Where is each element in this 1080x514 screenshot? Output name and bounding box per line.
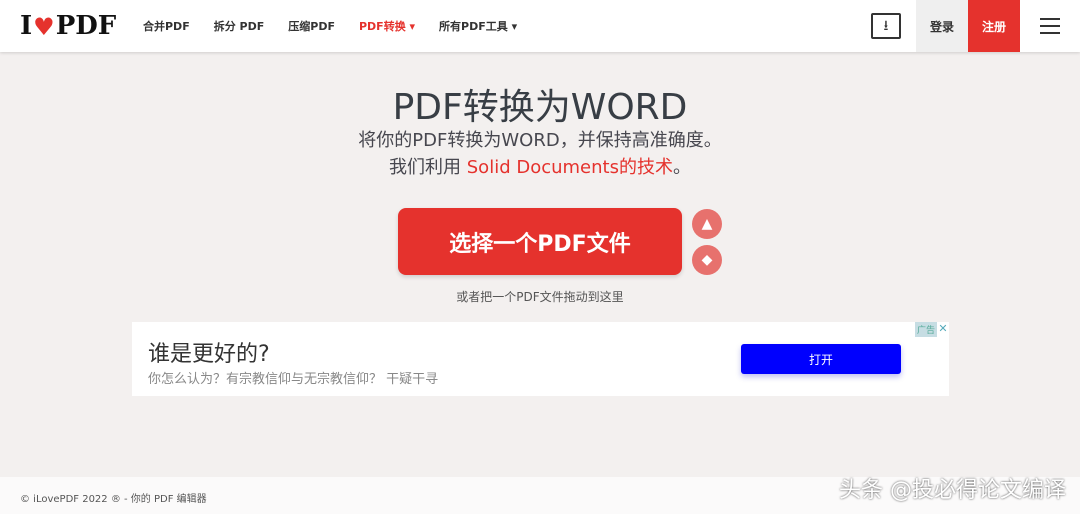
ad-banner[interactable]: 谁是更好的? 你怎么认为？有宗教信仰与无宗教信仰？ 干疑干寻 打开 广告 ✕ (132, 322, 949, 396)
nav-merge[interactable]: 合并PDF (143, 18, 190, 34)
top-navbar: I ♥ PDF 合并PDF 拆分 PDF 压缩PDF PDF转换 ▾ 所有PDF工具… (0, 0, 1080, 52)
desktop-download-icon[interactable]: ⭳ (871, 13, 901, 39)
watermark: 头条 @投必得论文编译 (839, 478, 1066, 503)
drop-hint: 或者把一个PDF文件拖动到这里 (456, 290, 624, 304)
dropbox-icon[interactable]: ◆ (692, 245, 722, 275)
ad-close-icon[interactable]: ✕ (937, 322, 949, 335)
ad-open-button[interactable]: 打开 (741, 344, 901, 374)
page-title: PDF转换为WORD (392, 87, 688, 128)
tech-credit: 我们利用 Solid Documents的技术。 (0, 153, 1080, 179)
logo[interactable]: I ♥ PDF (20, 11, 125, 41)
subtitle: 将你的PDF转换为WORD，并保持高准确度。 (358, 130, 722, 151)
main-nav: 合并PDF 拆分 PDF 压缩PDF PDF转换 ▾ 所有PDF工具 ▾ (143, 18, 541, 34)
credit-prefix: 我们利用 (389, 157, 467, 178)
login-button[interactable]: 登录 (916, 0, 968, 52)
nav-convert[interactable]: PDF转换 ▾ (359, 18, 415, 34)
footer-copyright: © iLovePDF 2022 ® - 你的 PDF 编辑器 (20, 494, 207, 505)
register-button[interactable]: 注册 (968, 0, 1020, 52)
select-pdf-button[interactable]: 选择一个PDF文件 (398, 208, 682, 275)
credit-suffix: 。 (672, 157, 691, 178)
ad-title: 谁是更好的? (148, 342, 270, 367)
ad-label: 广告 (914, 322, 937, 337)
nav-all-tools[interactable]: 所有PDF工具 ▾ (439, 18, 517, 34)
ad-description: 你怎么认为？有宗教信仰与无宗教信仰？ 干疑干寻 (148, 372, 439, 387)
solid-documents-link[interactable]: Solid Documents的技术 (467, 157, 673, 178)
google-drive-icon[interactable]: ▲ (692, 209, 722, 239)
hamburger-menu-icon[interactable] (1020, 18, 1080, 34)
nav-split[interactable]: 拆分 PDF (214, 18, 265, 34)
heart-icon: ♥ (33, 11, 55, 41)
nav-compress[interactable]: 压缩PDF (288, 18, 335, 34)
